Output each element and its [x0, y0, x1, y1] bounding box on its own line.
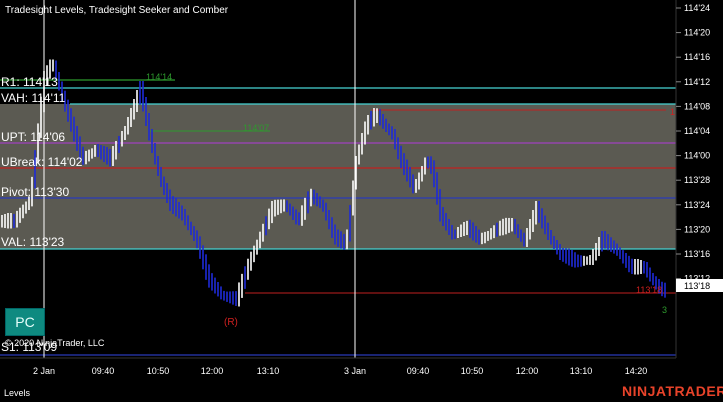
price-tick-label: 114'16 [684, 52, 710, 62]
price-tick-label: 113'24 [684, 200, 710, 210]
price-tick-label: 114'04 [684, 126, 710, 136]
time-tick-label: 13:10 [257, 366, 280, 376]
time-tick-label: 12:00 [201, 366, 224, 376]
value-area-band [0, 104, 676, 249]
level-label-ubreak: UBreak: 114'02 [1, 155, 83, 169]
time-tick-label: 09:40 [407, 366, 430, 376]
price-tick-label: 113'20 [684, 224, 710, 234]
pc-button[interactable]: PC [5, 308, 45, 336]
level-label-pivot: Pivot: 113'30 [1, 185, 69, 199]
time-tick-label: 14:20 [625, 366, 648, 376]
price-tick-label: 114'20 [684, 28, 710, 38]
r-marker: (R) [224, 317, 238, 328]
level-label-upt: UPT: 114'06 [1, 130, 65, 144]
price-tick-label: 113'16 [684, 249, 710, 259]
level-label-val: VAL: 113'23 [1, 235, 65, 249]
level-label-vah: VAH: 114'11 [1, 91, 66, 105]
price-tick-label: 114'12 [684, 77, 710, 87]
time-tick-label: 09:40 [92, 366, 115, 376]
price-chart[interactable]: R1: 114'13 VAH: 114'11 UPT: 114'06 UBrea… [0, 0, 723, 402]
time-tick-label: 12:00 [516, 366, 539, 376]
price-tick-label: 114'00 [684, 151, 710, 161]
window-title: Tradesight Levels, Tradesight Seeker and… [5, 5, 229, 16]
time-tick-label: 3 Jan [344, 366, 366, 376]
time-tick-label: 13:10 [570, 366, 593, 376]
current-price-label: 113'18 [684, 281, 710, 291]
time-tick-label: 10:50 [461, 366, 484, 376]
lower-green-marker: 3 [662, 305, 667, 315]
price-tick-label: 114'24 [684, 3, 710, 13]
right-marker: 1 [670, 107, 675, 117]
red-price-tag: 113'18 [636, 285, 662, 295]
r1-price-tag: 114'14 [146, 72, 172, 82]
time-tick-label: 10:50 [147, 366, 170, 376]
price-tick-label: 113'28 [684, 175, 710, 185]
time-tick-label: 2 Jan [33, 366, 55, 376]
price-tick-label: 114'08 [684, 101, 710, 111]
ninjatrader-logo: NINJATRADER [622, 383, 723, 399]
copyright-text: © 2020 NinjaTrader, LLC [5, 338, 105, 348]
mid-price-tag: 114'07 [243, 123, 269, 133]
tab-levels[interactable]: Levels [4, 388, 30, 398]
level-label-r1: R1: 114'13 [1, 75, 58, 89]
